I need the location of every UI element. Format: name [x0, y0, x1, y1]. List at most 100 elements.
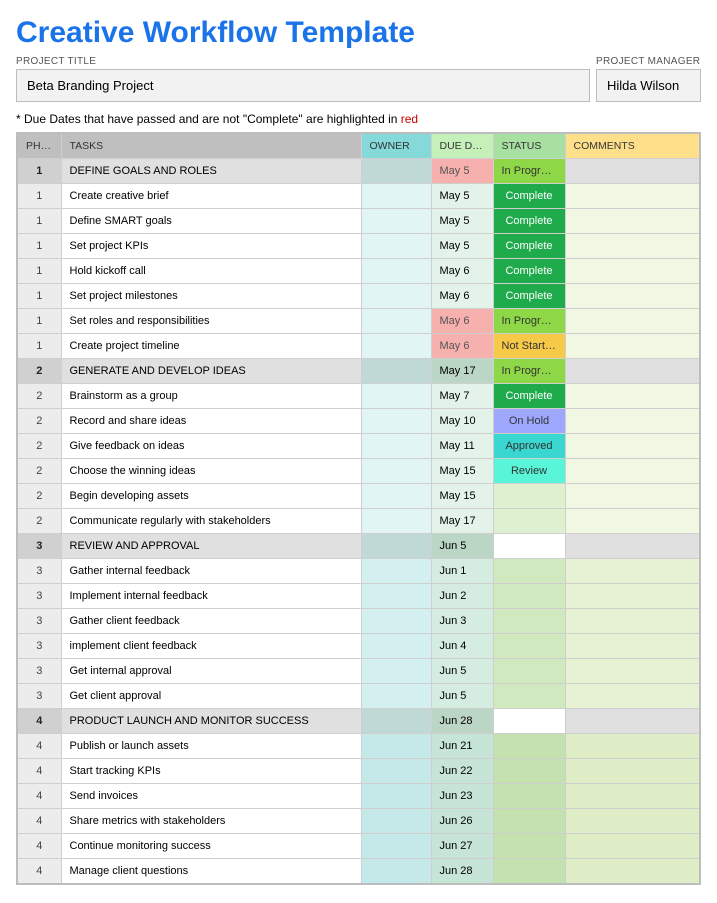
status-cell[interactable]: [493, 759, 565, 784]
status-cell[interactable]: Complete: [493, 384, 565, 409]
comments-cell[interactable]: [565, 659, 700, 684]
owner-cell[interactable]: [361, 259, 431, 284]
project-title-field[interactable]: Beta Branding Project: [16, 69, 590, 102]
owner-cell[interactable]: [361, 784, 431, 809]
owner-cell[interactable]: [361, 534, 431, 559]
task-cell[interactable]: Brainstorm as a group: [61, 384, 361, 409]
owner-cell[interactable]: [361, 509, 431, 534]
comments-cell[interactable]: [565, 809, 700, 834]
status-cell[interactable]: [493, 634, 565, 659]
status-cell[interactable]: [493, 784, 565, 809]
owner-cell[interactable]: [361, 434, 431, 459]
owner-cell[interactable]: [361, 759, 431, 784]
task-cell[interactable]: Get client approval: [61, 684, 361, 709]
status-cell[interactable]: Complete: [493, 234, 565, 259]
comments-cell[interactable]: [565, 409, 700, 434]
comments-cell[interactable]: [565, 459, 700, 484]
owner-cell[interactable]: [361, 484, 431, 509]
status-cell[interactable]: [493, 809, 565, 834]
owner-cell[interactable]: [361, 459, 431, 484]
owner-cell[interactable]: [361, 409, 431, 434]
task-cell[interactable]: Gather internal feedback: [61, 559, 361, 584]
due-cell[interactable]: May 10: [431, 409, 493, 434]
comments-cell[interactable]: [565, 859, 700, 885]
owner-cell[interactable]: [361, 384, 431, 409]
owner-cell[interactable]: [361, 734, 431, 759]
due-cell[interactable]: Jun 28: [431, 859, 493, 885]
owner-cell[interactable]: [361, 184, 431, 209]
owner-cell[interactable]: [361, 684, 431, 709]
project-manager-field[interactable]: Hilda Wilson: [596, 69, 701, 102]
task-cell[interactable]: Create project timeline: [61, 334, 361, 359]
status-cell[interactable]: [493, 559, 565, 584]
comments-cell[interactable]: [565, 584, 700, 609]
owner-cell[interactable]: [361, 834, 431, 859]
comments-cell[interactable]: [565, 709, 700, 734]
status-cell[interactable]: [493, 834, 565, 859]
status-cell[interactable]: In Progress: [493, 359, 565, 384]
status-cell[interactable]: [493, 734, 565, 759]
task-cell[interactable]: PRODUCT LAUNCH AND MONITOR SUCCESS: [61, 709, 361, 734]
task-cell[interactable]: Hold kickoff call: [61, 259, 361, 284]
due-cell[interactable]: Jun 5: [431, 684, 493, 709]
owner-cell[interactable]: [361, 334, 431, 359]
status-cell[interactable]: [493, 584, 565, 609]
comments-cell[interactable]: [565, 534, 700, 559]
due-cell[interactable]: May 7: [431, 384, 493, 409]
comments-cell[interactable]: [565, 509, 700, 534]
due-cell[interactable]: Jun 3: [431, 609, 493, 634]
task-cell[interactable]: Communicate regularly with stakeholders: [61, 509, 361, 534]
owner-cell[interactable]: [361, 284, 431, 309]
due-cell[interactable]: May 6: [431, 259, 493, 284]
task-cell[interactable]: Set project milestones: [61, 284, 361, 309]
status-cell[interactable]: In Progress: [493, 309, 565, 334]
task-cell[interactable]: Set roles and responsibilities: [61, 309, 361, 334]
due-cell[interactable]: May 11: [431, 434, 493, 459]
due-cell[interactable]: May 6: [431, 309, 493, 334]
owner-cell[interactable]: [361, 159, 431, 184]
status-cell[interactable]: Complete: [493, 284, 565, 309]
owner-cell[interactable]: [361, 609, 431, 634]
due-cell[interactable]: Jun 26: [431, 809, 493, 834]
status-cell[interactable]: In Progress: [493, 159, 565, 184]
owner-cell[interactable]: [361, 359, 431, 384]
due-cell[interactable]: Jun 22: [431, 759, 493, 784]
owner-cell[interactable]: [361, 659, 431, 684]
task-cell[interactable]: Manage client questions: [61, 859, 361, 885]
owner-cell[interactable]: [361, 634, 431, 659]
comments-cell[interactable]: [565, 359, 700, 384]
status-cell[interactable]: [493, 534, 565, 559]
owner-cell[interactable]: [361, 234, 431, 259]
comments-cell[interactable]: [565, 734, 700, 759]
status-cell[interactable]: Not Started: [493, 334, 565, 359]
task-cell[interactable]: Begin developing assets: [61, 484, 361, 509]
due-cell[interactable]: Jun 21: [431, 734, 493, 759]
due-cell[interactable]: Jun 1: [431, 559, 493, 584]
comments-cell[interactable]: [565, 184, 700, 209]
status-cell[interactable]: Complete: [493, 209, 565, 234]
due-cell[interactable]: Jun 5: [431, 659, 493, 684]
due-cell[interactable]: Jun 4: [431, 634, 493, 659]
comments-cell[interactable]: [565, 559, 700, 584]
task-cell[interactable]: Gather client feedback: [61, 609, 361, 634]
comments-cell[interactable]: [565, 159, 700, 184]
owner-cell[interactable]: [361, 309, 431, 334]
status-cell[interactable]: [493, 709, 565, 734]
task-cell[interactable]: Get internal approval: [61, 659, 361, 684]
status-cell[interactable]: [493, 859, 565, 885]
due-cell[interactable]: May 17: [431, 359, 493, 384]
status-cell[interactable]: Complete: [493, 184, 565, 209]
comments-cell[interactable]: [565, 434, 700, 459]
task-cell[interactable]: Record and share ideas: [61, 409, 361, 434]
owner-cell[interactable]: [361, 559, 431, 584]
task-cell[interactable]: Share metrics with stakeholders: [61, 809, 361, 834]
task-cell[interactable]: Start tracking KPIs: [61, 759, 361, 784]
task-cell[interactable]: DEFINE GOALS AND ROLES: [61, 159, 361, 184]
status-cell[interactable]: [493, 609, 565, 634]
task-cell[interactable]: implement client feedback: [61, 634, 361, 659]
status-cell[interactable]: On Hold: [493, 409, 565, 434]
comments-cell[interactable]: [565, 834, 700, 859]
due-cell[interactable]: May 6: [431, 334, 493, 359]
status-cell[interactable]: [493, 659, 565, 684]
task-cell[interactable]: GENERATE AND DEVELOP IDEAS: [61, 359, 361, 384]
